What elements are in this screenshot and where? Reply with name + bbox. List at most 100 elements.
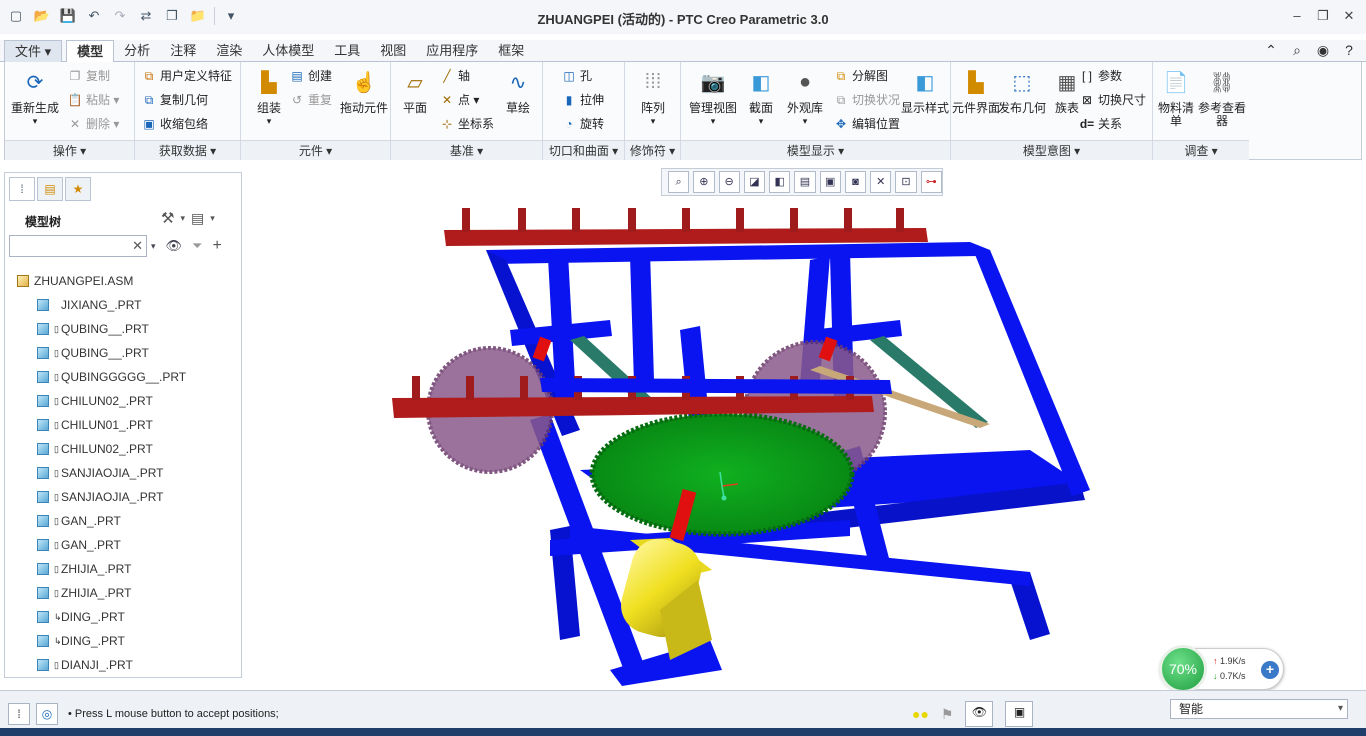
edit-position-button[interactable]: ✥ 编辑位置 xyxy=(833,114,900,134)
component-interface-button[interactable]: ▙ 元件界面 xyxy=(951,66,1001,115)
show-browser-icon[interactable]: ◎ xyxy=(36,703,58,725)
zoom-in-icon[interactable]: ⊕ xyxy=(693,171,715,193)
regenerate-button[interactable]: ⟳ 重新生成 ▾ xyxy=(7,66,63,128)
tree-part-node[interactable]: ▯ GAN_.PRT xyxy=(17,509,241,533)
tree-part-node[interactable]: ▯ SANJIAOJIA_.PRT xyxy=(17,461,241,485)
group-label-modifiers[interactable]: 修饰符 ▾ xyxy=(625,140,680,160)
close-button[interactable]: ✕ xyxy=(1338,6,1360,26)
tree-root-node[interactable]: ZHUANGPEI.ASM xyxy=(17,269,241,293)
repaint-icon[interactable]: ◪ xyxy=(743,171,766,193)
zoom-out-icon[interactable]: ⊖ xyxy=(718,171,740,193)
shrinkwrap-button[interactable]: ▣ 收缩包络 xyxy=(141,114,208,134)
copy-button[interactable]: ❐ 复制 xyxy=(67,66,110,86)
relations-button[interactable]: d= 关系 xyxy=(1079,114,1122,134)
parameters-button[interactable]: [ ] 参数 xyxy=(1079,66,1122,86)
search-icon[interactable]: ⌕ xyxy=(1288,41,1306,59)
tree-part-node[interactable]: ↳ DING_.PRT xyxy=(17,605,241,629)
minimize-button[interactable]: – xyxy=(1286,6,1308,26)
regeneration-status-icon[interactable]: ●● xyxy=(912,706,929,722)
selection-filter-select[interactable]: 智能 ▾ xyxy=(1170,699,1348,719)
publish-geometry-button[interactable]: ⬚ 发布几何 xyxy=(997,66,1047,115)
tab-file[interactable]: 文件 ▾ xyxy=(4,40,63,62)
group-label-get-data[interactable]: 获取数据 ▾ xyxy=(135,140,240,160)
extrude-button[interactable]: ▮ 拉伸 xyxy=(561,90,604,110)
create-button[interactable]: ▤ 创建 xyxy=(289,66,332,86)
tab-applications[interactable]: 应用程序 xyxy=(416,40,488,62)
add-icon[interactable]: + xyxy=(212,237,221,255)
switch-dimensions-button[interactable]: ⊠ 切换尺寸 xyxy=(1079,90,1146,110)
tree-part-node[interactable]: ▯ QUBINGGGGG__.PRT xyxy=(17,365,241,389)
appearance-gallery-button[interactable]: ● 外观库 ▾ xyxy=(781,66,829,128)
dropdown-icon[interactable]: ▾ xyxy=(151,241,156,252)
hole-button[interactable]: ◫ 孔 xyxy=(561,66,592,86)
flag-icon[interactable]: ⚑ xyxy=(941,706,954,723)
tree-search-input[interactable] xyxy=(10,236,130,256)
toggle-status-button[interactable]: ⧉ 切换状况 xyxy=(833,90,900,110)
group-label-component[interactable]: 元件 ▾ xyxy=(241,140,390,160)
find-icon[interactable]: 👁 xyxy=(965,701,994,727)
dropdown-icon[interactable]: ▾ xyxy=(210,213,215,224)
tab-manikin[interactable]: 人体模型 xyxy=(252,40,324,62)
paste-button[interactable]: 📋 粘贴 ▾ xyxy=(67,90,120,110)
group-label-datum[interactable]: 基准 ▾ xyxy=(391,140,542,160)
exploded-view-button[interactable]: ⧉ 分解图 xyxy=(833,66,888,86)
pattern-button[interactable]: ⁞⁞⁞ 阵列 ▾ xyxy=(625,66,681,128)
filter-icon[interactable]: ⏷ xyxy=(192,238,202,254)
perspective-icon[interactable]: ▣ xyxy=(819,171,841,193)
interference-icon[interactable]: ⊶ xyxy=(920,171,942,193)
user-feature-button[interactable]: ⧉ 用户定义特征 xyxy=(141,66,232,86)
favorites-tab[interactable]: ★ xyxy=(65,177,91,201)
drag-component-button[interactable]: ☝ 拖动元件 xyxy=(339,66,389,115)
tab-analysis[interactable]: 分析 xyxy=(114,40,160,62)
camera-icon[interactable]: ◙ xyxy=(844,171,867,193)
tree-part-node[interactable]: ▯ ZHIJIA_.PRT xyxy=(17,581,241,605)
group-label-investigate[interactable]: 调查 ▾ xyxy=(1153,140,1249,160)
delete-button[interactable]: ✕ 删除 ▾ xyxy=(67,114,119,134)
spin-center-icon[interactable]: ⊡ xyxy=(895,171,917,193)
tree-settings-icon[interactable]: ⚒ xyxy=(161,209,174,227)
revolve-button[interactable]: ◔ 旋转 xyxy=(561,114,604,134)
find-binoculars-icon[interactable]: 👁 xyxy=(166,238,183,254)
display-style-button[interactable]: ◧ 显示样式 xyxy=(901,66,949,115)
show-navigator-icon[interactable]: ⁞ xyxy=(8,703,30,725)
network-monitor-widget[interactable]: 70% ↑ 1.9K/s ↓ 0.7K/s + xyxy=(1159,645,1284,693)
graphics-viewport[interactable] xyxy=(250,200,1360,686)
tree-part-node[interactable]: ▯ CHILUN02_.PRT xyxy=(17,437,241,461)
tree-part-node[interactable]: JIXIANG_.PRT xyxy=(17,293,241,317)
tree-part-node[interactable]: ▯ SANJIAOJIA_.PRT xyxy=(17,485,241,509)
copy-geometry-button[interactable]: ⧉ 复制几何 xyxy=(141,90,208,110)
tab-tools[interactable]: 工具 xyxy=(324,40,370,62)
tree-part-node[interactable]: ▯ GAN_.PRT xyxy=(17,533,241,557)
tree-part-node[interactable]: ▯ CHILUN02_.PRT xyxy=(17,389,241,413)
group-label-model-intent[interactable]: 模型意图 ▾ xyxy=(951,140,1152,160)
refit-icon[interactable]: ⌕ xyxy=(668,171,690,193)
bom-button[interactable]: 📄 物料清单 xyxy=(1153,66,1199,128)
group-label-model-display[interactable]: 模型显示 ▾ xyxy=(681,140,950,160)
csys-button[interactable]: ⊹ 坐标系 xyxy=(439,114,494,134)
section-button[interactable]: ◧ 截面 ▾ xyxy=(737,66,785,128)
dropdown-icon[interactable]: ▾ xyxy=(180,213,185,224)
folder-browser-tab[interactable]: ▤ xyxy=(37,177,63,201)
tab-render[interactable]: 渲染 xyxy=(206,40,252,62)
tree-part-node[interactable]: ↳ DING_.PRT xyxy=(17,629,241,653)
maximize-button[interactable]: ❐ xyxy=(1312,6,1334,26)
sketch-button[interactable]: ∿ 草绘 xyxy=(495,66,541,115)
reference-viewer-button[interactable]: ⛓ 参考查看器 xyxy=(1197,66,1247,128)
axis-button[interactable]: ╱ 轴 xyxy=(439,66,470,86)
show-menu-icon[interactable]: ▤ xyxy=(191,210,204,227)
manage-views-button[interactable]: 📷 管理视图 ▾ xyxy=(685,66,741,128)
tree-part-node[interactable]: ▯ QUBING__.PRT xyxy=(17,317,241,341)
tree-part-node[interactable]: ▯ CHILUN01_.PRT xyxy=(17,413,241,437)
datum-display-icon[interactable]: ✕ xyxy=(870,171,892,193)
tree-part-node[interactable]: ▯ ZHIJIA_.PRT xyxy=(17,557,241,581)
selected-items-icon[interactable]: ▣ xyxy=(1005,701,1034,727)
tab-framework[interactable]: 框架 xyxy=(488,40,534,62)
clear-icon[interactable]: ✕ xyxy=(132,238,143,254)
tab-annotate[interactable]: 注释 xyxy=(160,40,206,62)
group-label-operations[interactable]: 操作 ▾ xyxy=(5,140,134,160)
community-icon[interactable]: ◉ xyxy=(1314,41,1332,59)
tree-part-node[interactable]: ▯ DIANJI_.PRT xyxy=(17,653,241,677)
point-button[interactable]: ✕ 点 ▾ xyxy=(439,90,479,110)
tree-part-node[interactable]: ▯ QUBING__.PRT xyxy=(17,341,241,365)
tab-model[interactable]: 模型 xyxy=(66,40,115,63)
